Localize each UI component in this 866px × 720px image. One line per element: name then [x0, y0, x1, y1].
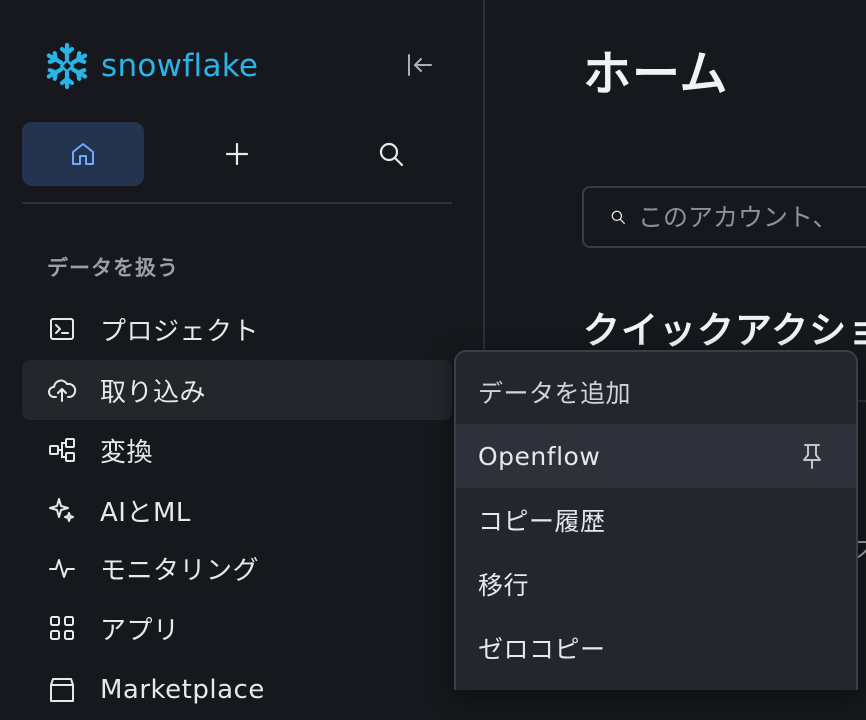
nav-search-button[interactable]: [330, 122, 452, 186]
sidebar-item-label: モニタリング: [100, 555, 260, 586]
nav-home-button[interactable]: [22, 122, 144, 186]
flyout-item-label: Openflow: [478, 441, 601, 471]
plus-icon: [225, 142, 249, 166]
sparkle-icon: [49, 498, 74, 522]
flyout-item-copy-history[interactable]: コピー履歴: [456, 488, 856, 552]
sidebar-item-label: プロジェクト: [100, 316, 260, 347]
flyout-header: データを追加: [456, 360, 856, 424]
transform-icon: [49, 438, 75, 462]
sidebar-item-label: Marketplace: [100, 675, 265, 705]
flyout-item-label: コピー履歴: [478, 507, 606, 536]
sidebar-item-ingestion[interactable]: 取り込み: [22, 360, 452, 420]
section-label: データを扱う: [47, 256, 179, 280]
activity-icon: [49, 559, 75, 578]
flyout-item-openflow[interactable]: Openflow: [456, 424, 856, 488]
search-field[interactable]: [582, 186, 866, 248]
collapse-left-icon: [408, 54, 432, 76]
flyout-header-label: データを追加: [478, 379, 632, 408]
sidebar-divider: [22, 202, 452, 204]
snowflake-icon: [46, 42, 88, 90]
ingestion-flyout-menu: データを追加 Openflow コピー履歴 移行 ゼロコピー: [454, 350, 858, 690]
search-icon: [611, 210, 625, 224]
sidebar-item-label: アプリ: [100, 615, 180, 646]
flyout-item-zero-copy[interactable]: ゼロコピー: [456, 616, 856, 680]
sidebar-item-transform[interactable]: 変換: [22, 420, 452, 480]
pin-icon[interactable]: [798, 442, 826, 470]
quick-actions-title: クイックアクショ: [583, 309, 866, 352]
sidebar-item-projects[interactable]: プロジェクト: [22, 299, 452, 359]
sidebar-item-label: 取り込み: [100, 377, 207, 408]
top-nav: [22, 122, 452, 186]
snowflake-logo[interactable]: snowflake: [43, 42, 258, 90]
sidebar-item-ai-ml[interactable]: AIとML: [22, 480, 452, 540]
cloud-upload-icon: [48, 379, 77, 402]
sidebar-item-monitoring[interactable]: モニタリング: [22, 538, 452, 598]
home-icon: [72, 143, 94, 165]
search-icon: [379, 142, 404, 167]
sidebar: snowflake データを扱う プロジェクト 取り込み 変換 AIとML モニ…: [0, 0, 485, 705]
sidebar-item-label: AIとML: [100, 497, 191, 528]
nav-create-button[interactable]: [176, 122, 298, 186]
flyout-item-label: ゼロコピー: [478, 635, 606, 664]
sidebar-item-marketplace[interactable]: Marketplace: [22, 660, 452, 720]
collapse-sidebar-button[interactable]: [404, 50, 434, 80]
sidebar-item-label: 変換: [100, 437, 154, 468]
sidebar-item-apps[interactable]: アプリ: [22, 598, 452, 658]
brand-name: snowflake: [101, 47, 259, 84]
marketplace-icon: [50, 678, 74, 702]
search-input[interactable]: [636, 201, 866, 233]
page-title: ホーム: [583, 46, 729, 102]
grid-icon: [50, 616, 74, 640]
terminal-icon: [50, 318, 74, 340]
flyout-item-migration[interactable]: 移行: [456, 552, 856, 616]
flyout-item-label: 移行: [478, 571, 530, 600]
